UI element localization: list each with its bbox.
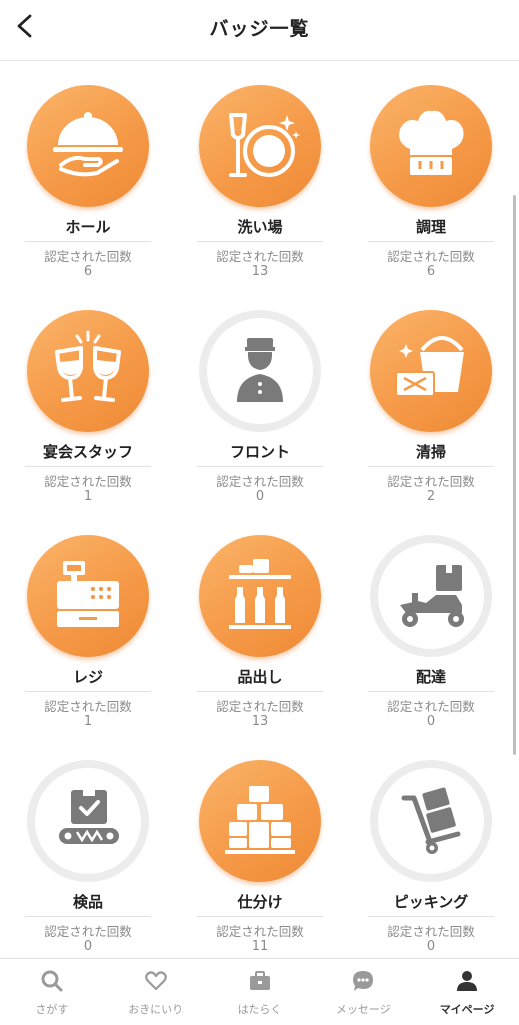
badge-name: 調理 xyxy=(415,218,446,236)
badge-name: 検品 xyxy=(72,893,103,911)
badge-name: 仕分け xyxy=(237,893,283,911)
divider xyxy=(368,916,494,917)
divider xyxy=(197,466,323,467)
badge-count: 13 xyxy=(251,714,269,729)
divider xyxy=(197,241,323,242)
page-title: バッジ一覧 xyxy=(209,18,310,40)
divider xyxy=(368,466,494,467)
badge-count: 11 xyxy=(251,939,269,954)
badge-name: 洗い場 xyxy=(237,218,283,236)
shelf-stocking-icon xyxy=(229,559,291,629)
badge-count-label: 認定された回数 xyxy=(216,249,304,264)
badge-count: 1 xyxy=(83,714,93,729)
tab-label: メッセージ xyxy=(335,1003,391,1016)
badge-circle xyxy=(27,535,149,657)
badge-name: ピッキング xyxy=(393,893,469,911)
header: バッジ一覧 xyxy=(0,0,519,61)
badge-count-label: 認定された回数 xyxy=(387,249,475,264)
badge-count-label: 認定された回数 xyxy=(216,924,304,939)
heart-icon xyxy=(144,971,167,991)
badge-name: 品出し xyxy=(237,668,283,686)
person-icon xyxy=(457,971,478,991)
cash-register-icon xyxy=(57,561,119,627)
tab-bar: さがす おきにいり はたらく メッセージ マイページ xyxy=(0,958,519,1025)
tab-search[interactable]: さがす xyxy=(0,959,104,1025)
badge-count: 0 xyxy=(83,939,93,954)
tab-favorites[interactable]: おきにいり xyxy=(104,959,208,1025)
divider xyxy=(197,691,323,692)
badge-name: 清掃 xyxy=(415,443,446,461)
tab-label: マイページ xyxy=(439,1003,495,1016)
tab-label: はたらく xyxy=(237,1003,282,1016)
boxes-icon xyxy=(225,786,295,854)
badge-name: 宴会スタッフ xyxy=(42,443,133,461)
divider xyxy=(25,241,151,242)
badge-count: 2 xyxy=(426,489,436,504)
tab-work[interactable]: はたらく xyxy=(208,959,312,1025)
hand-truck-icon xyxy=(401,787,461,854)
badge-circle xyxy=(199,535,321,657)
badge-count-label: 認定された回数 xyxy=(387,474,475,489)
divider xyxy=(197,916,323,917)
badge-count: 1 xyxy=(83,489,93,504)
divider xyxy=(368,691,494,692)
toast-glasses-icon xyxy=(55,330,121,402)
divider xyxy=(25,916,151,917)
briefcase-icon xyxy=(249,971,270,990)
badge-name: レジ xyxy=(72,668,103,686)
chef-hat-icon xyxy=(399,110,464,175)
divider xyxy=(25,466,151,467)
badge-count: 13 xyxy=(251,264,269,279)
badge-count-label: 認定された回数 xyxy=(44,699,132,714)
badge-circle xyxy=(199,760,321,882)
tab-mypage[interactable]: マイページ xyxy=(415,959,519,1025)
badge-count-label: 認定された回数 xyxy=(44,474,132,489)
badge-count: 0 xyxy=(255,489,265,504)
clean-dishes-icon xyxy=(229,113,300,177)
badge-circle xyxy=(199,310,321,432)
badge-circle xyxy=(370,310,492,432)
search-icon xyxy=(41,970,63,992)
badge-count: 6 xyxy=(426,264,436,279)
badge-circle xyxy=(370,760,492,882)
divider xyxy=(368,241,494,242)
badge-count-label: 認定された回数 xyxy=(44,924,132,939)
badge-circle xyxy=(370,85,492,207)
inspection-conveyor-icon xyxy=(59,790,119,844)
badge-name: ホール xyxy=(65,218,111,236)
badge-circle xyxy=(27,85,149,207)
badge-count-label: 認定された回数 xyxy=(387,699,475,714)
bucket-icon xyxy=(395,336,464,397)
badge-circle xyxy=(370,535,492,657)
badge-circle xyxy=(199,85,321,207)
tab-label: おきにいり xyxy=(128,1003,184,1016)
tab-messages[interactable]: メッセージ xyxy=(311,959,415,1025)
badge-count-label: 認定された回数 xyxy=(216,699,304,714)
delivery-scooter-icon xyxy=(400,565,464,627)
cloche-icon xyxy=(53,112,123,177)
divider xyxy=(25,691,151,692)
badge-name: 配達 xyxy=(415,668,446,686)
badge-count-label: 認定された回数 xyxy=(216,474,304,489)
badge-count: 0 xyxy=(426,714,436,729)
badge-count: 0 xyxy=(426,939,436,954)
bellhop-icon xyxy=(237,338,283,402)
badge-count: 6 xyxy=(83,264,93,279)
tab-label: さがす xyxy=(35,1003,69,1016)
scrollbar[interactable] xyxy=(513,195,516,755)
chat-icon xyxy=(353,971,374,991)
badge-circle xyxy=(27,310,149,432)
badge-name: フロント xyxy=(229,443,290,461)
badge-count-label: 認定された回数 xyxy=(44,249,132,264)
badge-count-label: 認定された回数 xyxy=(387,924,475,939)
badge-circle xyxy=(27,760,149,882)
